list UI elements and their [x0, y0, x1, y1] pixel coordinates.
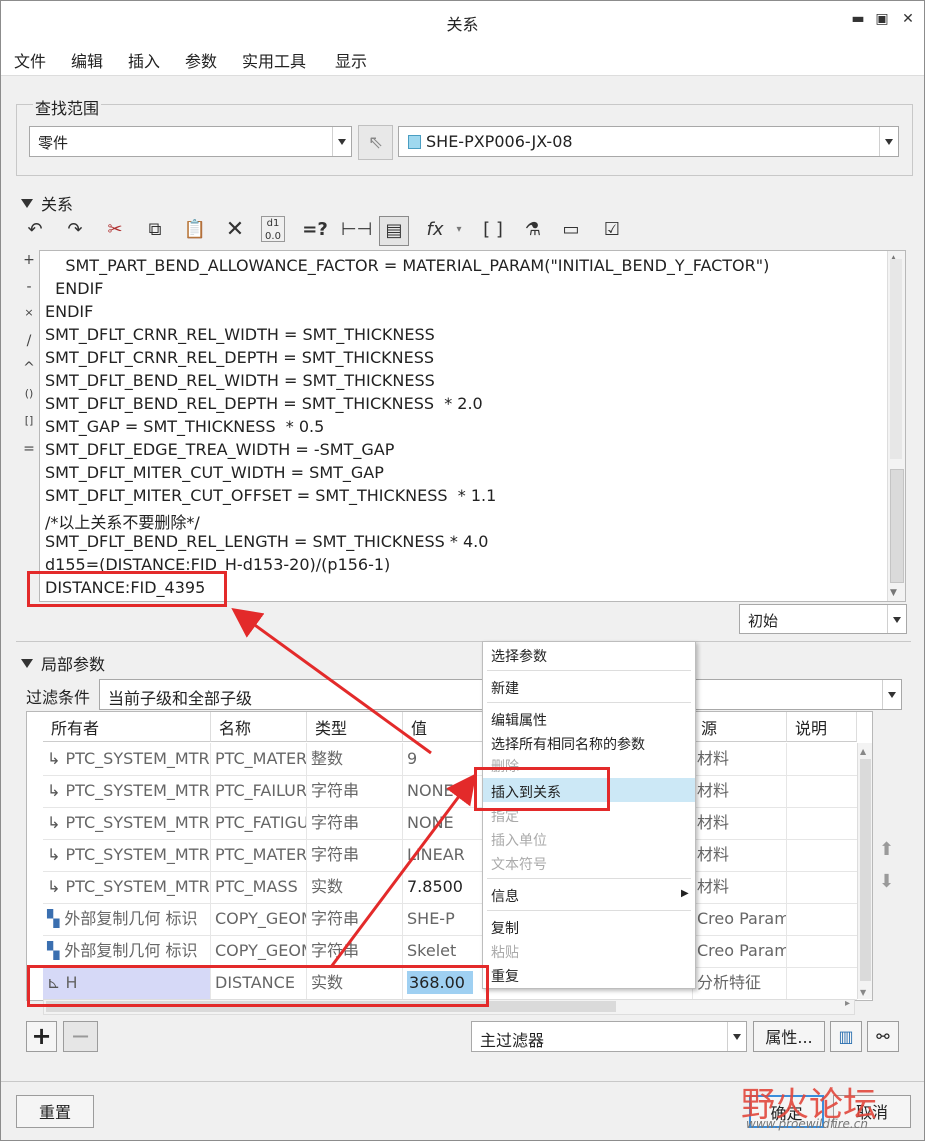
arrow-menu-to-relation [231, 607, 432, 755]
arrow-row-to-menu [329, 773, 477, 968]
watermark-url: www.proewildfire.cn [746, 1117, 868, 1131]
annotation-arrows [231, 607, 477, 968]
relations-dialog: 关系 ▬ ▣ ✕ 文件 编辑 插入 参数 实用工具 显示 查找范围 零件 ⇖ S… [0, 0, 925, 1141]
